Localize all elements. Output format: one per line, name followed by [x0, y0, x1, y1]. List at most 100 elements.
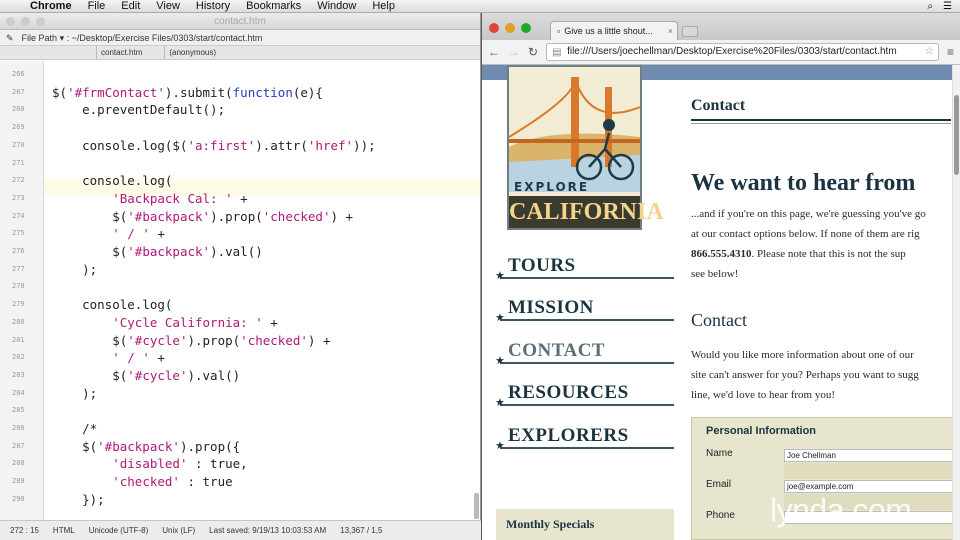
name-field[interactable]: Joe Chellman: [784, 449, 959, 462]
menu-window[interactable]: Window: [309, 0, 364, 12]
browser-tab[interactable]: ▫ Give us a little shout... ×: [550, 21, 678, 40]
code-line: ' / ' +: [112, 350, 165, 366]
logo-california-text: CALIFORNIA: [509, 196, 664, 228]
line-number: 290: [12, 494, 25, 503]
code-area[interactable]: $('#frmContact').submit(function(e){ e.p…: [44, 61, 480, 520]
star-icon: ★: [495, 397, 505, 409]
language-popup[interactable]: HTML: [53, 521, 75, 540]
editor-title: contact.htm: [214, 16, 266, 27]
line-number: 266: [12, 70, 25, 78]
code-line: $('#backpack').prop('checked') +: [52, 208, 354, 224]
page-icon: ▤: [552, 47, 562, 58]
contact-subheading: Contact: [691, 310, 747, 330]
nav-mission[interactable]: ★ MISSION: [495, 297, 674, 324]
nav-resources[interactable]: ★ RESOURCES: [495, 382, 674, 409]
new-tab-button[interactable]: [682, 26, 698, 37]
menu-edit[interactable]: Edit: [113, 0, 148, 12]
zoom-window-button[interactable]: [36, 17, 45, 26]
intro-line-1: ...and if you're on this page, we're gue…: [691, 208, 926, 220]
close-browser-button[interactable]: [489, 23, 499, 33]
encoding-popup[interactable]: Unicode (UTF-8): [89, 521, 149, 540]
menu-view[interactable]: View: [148, 0, 188, 12]
menu-history[interactable]: History: [188, 0, 238, 12]
body-line-3: line, we'd love to hear from you!: [691, 389, 836, 401]
close-tab-icon[interactable]: ×: [668, 22, 673, 40]
scrollbar-thumb[interactable]: [954, 95, 959, 175]
browser-tab-strip: ▫ Give us a little shout... ×: [482, 13, 960, 40]
code-line: 'Cycle California: ' +: [112, 314, 278, 330]
chrome-window: ▫ Give us a little shout... × ← → ↻ ▤ fi…: [482, 13, 960, 540]
explore-california-logo[interactable]: EXPLORE CALIFORNIA: [507, 65, 664, 230]
menu-icon[interactable]: ≡: [947, 45, 954, 59]
browser-toolbar: ← → ↻ ▤ file:///Users/joechellman/Deskto…: [482, 40, 960, 65]
close-window-button[interactable]: [6, 17, 15, 26]
line-number: 287: [12, 441, 25, 450]
forward-arrow-icon[interactable]: →: [508, 45, 520, 59]
minimize-browser-button[interactable]: [505, 23, 515, 33]
intro-line-3-text: . Please note that this is not the sup: [751, 248, 906, 260]
code-line: 'checked' : true: [112, 474, 233, 490]
code-line: $('#frmContact').submit(function(e){: [52, 84, 323, 100]
mouse-cursor-icon: [955, 186, 960, 196]
nav-explorers[interactable]: ★ EXPLORERS: [495, 425, 674, 452]
file-path-popup[interactable]: File Path ▾ : ~/Desktop/Exercise Files/0…: [22, 30, 263, 45]
menu-chrome[interactable]: Chrome: [22, 0, 80, 12]
form-legend: Personal Information: [706, 425, 817, 437]
line-number: 280: [12, 317, 25, 326]
page-icon: ▫: [557, 26, 561, 36]
code-line: console.log(: [52, 297, 173, 313]
reload-icon[interactable]: ↻: [528, 45, 538, 59]
star-icon: ★: [495, 270, 505, 282]
code-line: e.preventDefault();: [52, 102, 226, 118]
back-arrow-icon[interactable]: ←: [488, 45, 500, 59]
editor-scrollbar[interactable]: [474, 493, 479, 519]
editor-path-bar: ✎ File Path ▾ : ~/Desktop/Exercise Files…: [0, 30, 480, 46]
line-number: 281: [12, 335, 25, 344]
lynda-watermark: lynda.com: [770, 492, 912, 528]
code-line: $('#backpack').val(): [52, 244, 263, 259]
line-number: 272: [12, 176, 25, 185]
intro-line-2: at our contact options below. If none of…: [691, 228, 920, 240]
page-scrollbar[interactable]: [952, 65, 960, 540]
line-number: 284: [12, 388, 25, 397]
intro-line-3: 866.555.4310. Please note that this is n…: [691, 245, 906, 265]
email-label: Email: [706, 479, 732, 490]
line-number: 268: [12, 105, 25, 114]
function-popup[interactable]: (anonymous): [164, 46, 220, 59]
list-icon[interactable]: ☰: [943, 1, 952, 12]
star-icon: ★: [495, 440, 505, 452]
nav-contact-label: CONTACT: [508, 340, 606, 361]
star-icon: ★: [495, 312, 505, 324]
line-number: 271: [12, 158, 25, 167]
menu-file[interactable]: File: [80, 0, 114, 12]
nav-explorers-label: EXPLORERS: [508, 425, 629, 446]
menu-help[interactable]: Help: [364, 0, 403, 12]
address-bar[interactable]: ▤ file:///Users/joechellman/Desktop/Exer…: [546, 43, 939, 61]
code-line: console.log($('a:first').attr('href'));: [52, 137, 376, 153]
heading-divider-thin: [691, 123, 951, 124]
main-content: Contact We want to hear from ...and if y…: [691, 65, 960, 540]
golden-gate-illustration: [509, 67, 640, 192]
code-editor-window: contact.htm ✎ File Path ▾ : ~/Desktop/Ex…: [0, 13, 481, 540]
bookmark-star-icon[interactable]: ☆: [925, 44, 934, 60]
line-number: 288: [12, 459, 25, 468]
line-endings-popup[interactable]: Unix (LF): [162, 521, 195, 540]
file-popup[interactable]: contact.htm: [96, 46, 146, 59]
last-saved: Last saved: 9/19/13 10:03:53 AM: [209, 526, 327, 535]
line-number: 270: [12, 140, 25, 149]
pencil-icon[interactable]: ✎: [6, 30, 14, 45]
code-line: $('#backpack').prop({: [52, 438, 241, 454]
nav-mission-label: MISSION: [508, 297, 594, 318]
menu-bookmarks[interactable]: Bookmarks: [238, 0, 309, 12]
spotlight-icon[interactable]: ⌕: [927, 1, 933, 12]
code-line: 'Backpack Cal: ' +: [112, 190, 248, 206]
form-row-band: [784, 463, 959, 479]
minimize-window-button[interactable]: [21, 17, 30, 26]
nav-contact[interactable]: ★ CONTACT: [495, 340, 674, 367]
url-text: file:///Users/joechellman/Desktop/Exerci…: [567, 46, 897, 57]
zoom-browser-button[interactable]: [521, 23, 531, 33]
line-number: 289: [12, 477, 25, 486]
nav-tours[interactable]: ★ TOURS: [495, 255, 674, 282]
code-line: });: [52, 491, 105, 507]
monthly-specials-box: Monthly Specials: [496, 509, 674, 540]
